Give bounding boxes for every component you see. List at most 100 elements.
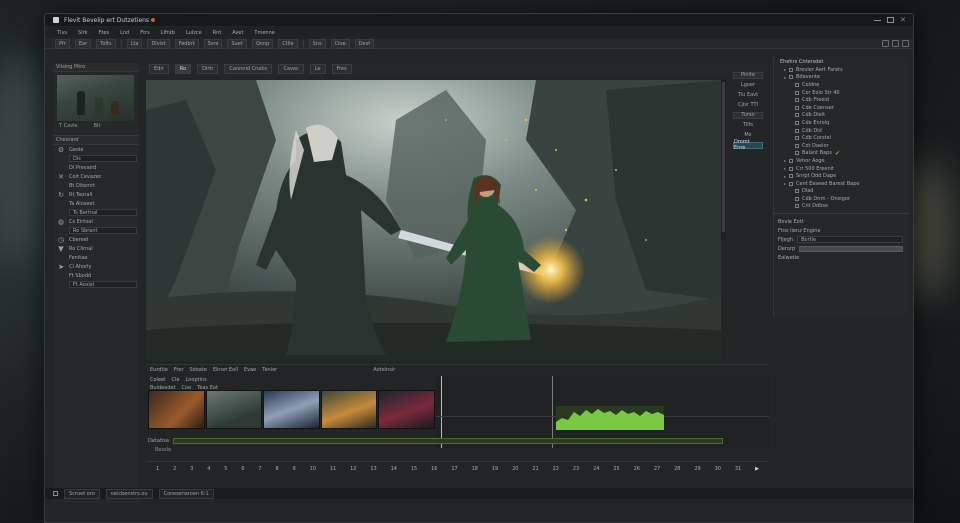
timeline-ruler[interactable]: 1 2 3 4 5 6 7 8 9 10 11 12 13 14 15 16 17 18 19 20 21 22 23 24 2… xyxy=(146,461,769,475)
tool-button[interactable]: Pinite xyxy=(733,71,763,79)
check-icon[interactable]: ✔ xyxy=(835,150,840,157)
menu-item[interactable]: Tlvs xyxy=(55,29,69,37)
outliner-row[interactable]: ▸ Brevier Aert Farets xyxy=(774,66,909,74)
video-clip[interactable] xyxy=(205,390,263,429)
play-icon[interactable]: ▶ xyxy=(755,466,759,472)
outliner-row[interactable]: Dlad xyxy=(774,188,909,196)
video-clip[interactable] xyxy=(148,390,205,429)
toolbar-button[interactable]: Lta xyxy=(126,38,143,49)
viewer-tab-active[interactable]: Ro xyxy=(174,63,192,74)
timeline-menu-item[interactable]: Tenier xyxy=(262,367,277,373)
effect-row[interactable]: ▼ Ro Clirnal xyxy=(53,244,139,253)
audio-waveform[interactable] xyxy=(556,400,664,430)
effect-row[interactable]: Dis xyxy=(53,154,139,163)
menu-item[interactable]: Ftrs xyxy=(138,29,152,37)
viewer-tab[interactable]: Cavec xyxy=(278,63,304,74)
toolbar-button[interactable]: Dest xyxy=(354,38,375,49)
menu-item[interactable]: Rnt xyxy=(211,29,224,37)
search-icon[interactable] xyxy=(882,40,889,47)
outliner-row[interactable]: Cnt Ddbse xyxy=(774,203,909,211)
menu-item[interactable]: Lulzce xyxy=(184,29,204,37)
outliner-row[interactable]: ▸ Vehor Aoge xyxy=(774,157,909,165)
toolbar-button[interactable]: Ssre xyxy=(203,38,223,49)
outliner-row[interactable]: ▸ Cent Eeseed Barest Bape xyxy=(774,180,909,188)
video-clip[interactable] xyxy=(378,390,435,429)
range-slider[interactable] xyxy=(172,438,723,444)
effect-row[interactable]: Fenitaa xyxy=(53,253,139,262)
outliner-row[interactable]: Balant Baps ✔ xyxy=(774,150,909,158)
viewer-tab[interactable]: Cannnid Cnatic xyxy=(224,63,273,74)
outliner-row[interactable]: ▸ Crr 500 Ereenit xyxy=(774,165,909,173)
outliner-row[interactable]: Cdb Did xyxy=(774,127,909,135)
toolbar-button[interactable]: Fedbrt xyxy=(174,38,199,49)
outliner-row[interactable]: Cor Eoio Str 40 xyxy=(774,89,909,97)
effect-row[interactable]: Ta Aloseet xyxy=(53,199,139,208)
video-clip[interactable] xyxy=(320,390,378,429)
outliner-row[interactable]: Cdb Dleit xyxy=(774,112,909,120)
menu-item[interactable]: Lnd xyxy=(118,29,131,37)
outliner-row[interactable]: Cde Enroiq xyxy=(774,119,909,127)
layout-icon[interactable] xyxy=(902,40,909,47)
maximize-button[interactable] xyxy=(887,17,894,23)
effect-row[interactable]: Ts Bertnal xyxy=(53,208,139,217)
effect-row[interactable]: ◷ Cbereel xyxy=(53,235,139,244)
close-button[interactable]: ✕ xyxy=(900,17,907,24)
menu-item[interactable]: Avet xyxy=(230,29,245,37)
outliner-row[interactable]: ▸ Snrpt Odd Dape xyxy=(774,172,909,180)
toolbar-button[interactable]: Tofts xyxy=(96,38,116,49)
timeline-menu-item[interactable]: Frer xyxy=(174,367,184,373)
outliner-row[interactable]: ▸ Bdevente xyxy=(774,74,909,82)
effect-row[interactable]: Ft Sbodd xyxy=(53,271,139,280)
tool-button[interactable]: Turso xyxy=(733,111,763,119)
video-preview[interactable] xyxy=(146,80,721,361)
viewer-tab[interactable]: Fres xyxy=(331,63,352,74)
effect-row[interactable]: ↻ Rt Teorall xyxy=(53,190,139,199)
outliner-row[interactable]: Cdb Fteeid xyxy=(774,96,909,104)
toolbar-button[interactable]: Ear xyxy=(74,38,92,49)
outliner-row[interactable]: Cdb Corstel xyxy=(774,134,909,142)
outliner-row[interactable]: Coldne xyxy=(774,81,909,89)
menu-item[interactable]: Sirk xyxy=(76,29,90,37)
menu-item[interactable]: Llfntb xyxy=(159,29,177,37)
tool-button-accent[interactable]: Dmmt Enre xyxy=(733,139,763,151)
minimize-button[interactable] xyxy=(874,17,881,21)
effect-row[interactable]: ✕ Coit Cevazec xyxy=(53,172,139,181)
toolbar-button[interactable]: Qonp xyxy=(251,38,274,49)
toolbar-button[interactable]: Dlvist xyxy=(147,38,170,49)
effect-row[interactable]: Ro Sbrant xyxy=(53,226,139,235)
effect-row[interactable]: ◍ Cs Eirtoal xyxy=(53,217,139,226)
toolbar-button[interactable]: Sns xyxy=(308,38,326,49)
toolbar-button[interactable]: Ctlle xyxy=(278,38,298,49)
viewer-tab[interactable]: Dirtr xyxy=(197,63,219,74)
effect-row[interactable]: ⚙ Geole xyxy=(53,145,139,154)
timeline-menu-item[interactable]: Ekner Eell xyxy=(213,367,238,373)
outliner-row[interactable]: Cot Daelor xyxy=(774,142,909,150)
gear-icon[interactable] xyxy=(892,40,899,47)
viewer-tab[interactable]: Le xyxy=(309,63,326,74)
outliner-row[interactable]: Cde Coenser xyxy=(774,104,909,112)
property-slider[interactable] xyxy=(799,245,903,252)
effect-row[interactable]: Ft Aosist xyxy=(53,280,139,289)
scrollbar-thumb[interactable] xyxy=(722,82,725,232)
video-clip[interactable] xyxy=(263,390,320,429)
toolbar-button[interactable]: Pfr xyxy=(55,38,70,49)
outliner-row[interactable]: Cdb Dnrn - Onsigor xyxy=(774,195,909,203)
effect-row[interactable]: Bt Ditemrt xyxy=(53,181,139,190)
toolbar-button[interactable]: Suer xyxy=(227,38,247,49)
viewer-tab[interactable]: Edir xyxy=(149,63,169,74)
property-field[interactable]: Bortle xyxy=(797,236,903,244)
record-icon[interactable] xyxy=(53,491,58,496)
menu-item[interactable]: Tmenne xyxy=(252,29,276,37)
toolbar-button[interactable]: Ctse xyxy=(330,38,350,49)
menu-item[interactable]: Ftes xyxy=(97,29,112,37)
ruler-tick-label: 4 xyxy=(207,465,211,472)
effect-row[interactable]: ➤ Cl Ahorly xyxy=(53,262,139,271)
effect-row[interactable]: Dl Prevaird xyxy=(53,163,139,172)
timeline-menu-item[interactable]: Evae xyxy=(244,367,256,373)
timeline-menu-item[interactable]: Eurdtie xyxy=(150,367,168,373)
media-thumbnail[interactable] xyxy=(57,75,134,121)
property-row: Ealwetle xyxy=(774,253,909,262)
viewer-scrollbar[interactable] xyxy=(721,80,726,240)
timeline-menu-item[interactable]: Sdoate xyxy=(190,367,208,373)
shield-icon: ▼ xyxy=(58,244,64,253)
